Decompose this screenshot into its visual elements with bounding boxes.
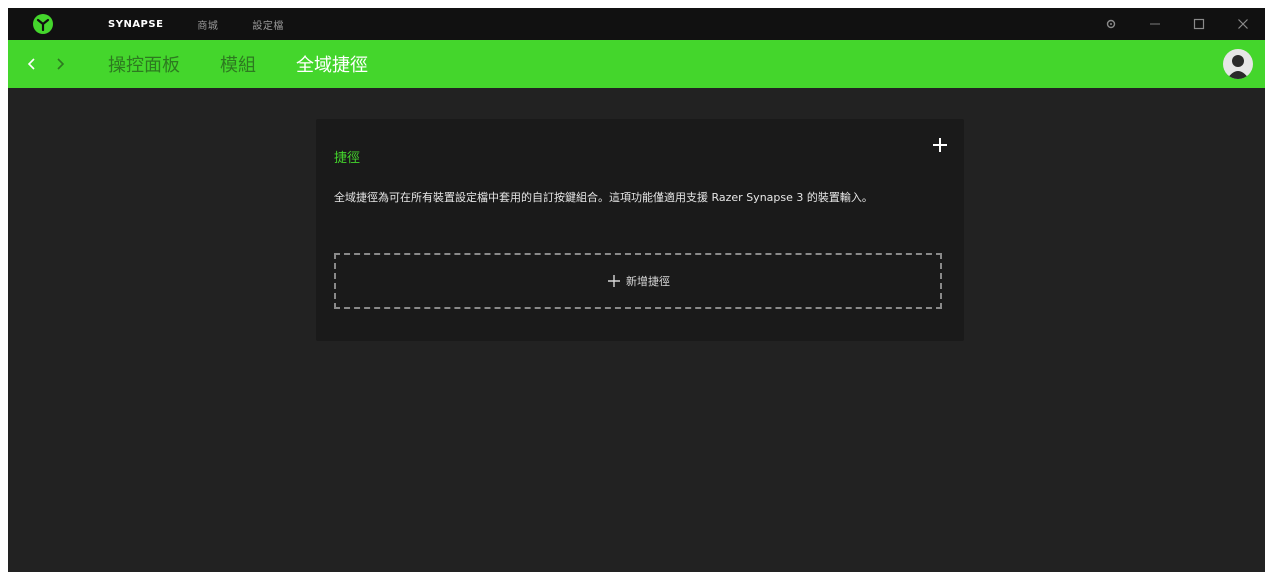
add-shortcut-label: 新增捷徑 bbox=[626, 275, 670, 288]
subnav-tabs: 操控面板 模組 全域捷徑 bbox=[108, 40, 408, 88]
tab-global-shortcuts[interactable]: 全域捷徑 bbox=[296, 51, 368, 77]
plus-icon bbox=[933, 138, 947, 152]
minimize-icon[interactable] bbox=[1133, 8, 1177, 40]
back-arrow-icon[interactable] bbox=[21, 53, 43, 75]
add-shortcut-dropzone[interactable]: 新增捷徑 bbox=[334, 253, 942, 309]
window-controls bbox=[1089, 8, 1265, 40]
close-icon[interactable] bbox=[1221, 8, 1265, 40]
title-bar: SYNAPSE 商城 設定檔 bbox=[8, 8, 1265, 40]
avatar[interactable] bbox=[1223, 49, 1253, 79]
plus-icon bbox=[608, 275, 620, 287]
topnav-profiles[interactable]: 設定檔 bbox=[252, 17, 284, 32]
topnav-synapse[interactable]: SYNAPSE bbox=[108, 19, 163, 30]
tab-modules[interactable]: 模組 bbox=[220, 51, 256, 77]
card-description: 全域捷徑為可在所有裝置設定檔中套用的自訂按鍵組合。這項功能僅適用支援 Razer… bbox=[334, 191, 873, 204]
gear-icon[interactable] bbox=[1089, 8, 1133, 40]
top-nav: SYNAPSE 商城 設定檔 bbox=[108, 8, 318, 40]
nav-arrows bbox=[21, 53, 77, 75]
sub-nav-bar: 操控面板 模組 全域捷徑 bbox=[8, 40, 1265, 88]
forward-arrow-icon[interactable] bbox=[49, 53, 71, 75]
app-window: SYNAPSE 商城 設定檔 操控面板 模組 全域捷徑 捷徑 全域捷徑為可在所有… bbox=[8, 8, 1265, 572]
topnav-store[interactable]: 商城 bbox=[197, 17, 218, 32]
tab-dashboard[interactable]: 操控面板 bbox=[108, 51, 180, 77]
maximize-icon[interactable] bbox=[1177, 8, 1221, 40]
card-title: 捷徑 bbox=[334, 151, 361, 166]
shortcuts-card: 捷徑 全域捷徑為可在所有裝置設定檔中套用的自訂按鍵組合。這項功能僅適用支援 Ra… bbox=[316, 119, 964, 341]
add-shortcut-button[interactable] bbox=[926, 131, 954, 159]
razer-logo-icon[interactable] bbox=[33, 14, 53, 34]
